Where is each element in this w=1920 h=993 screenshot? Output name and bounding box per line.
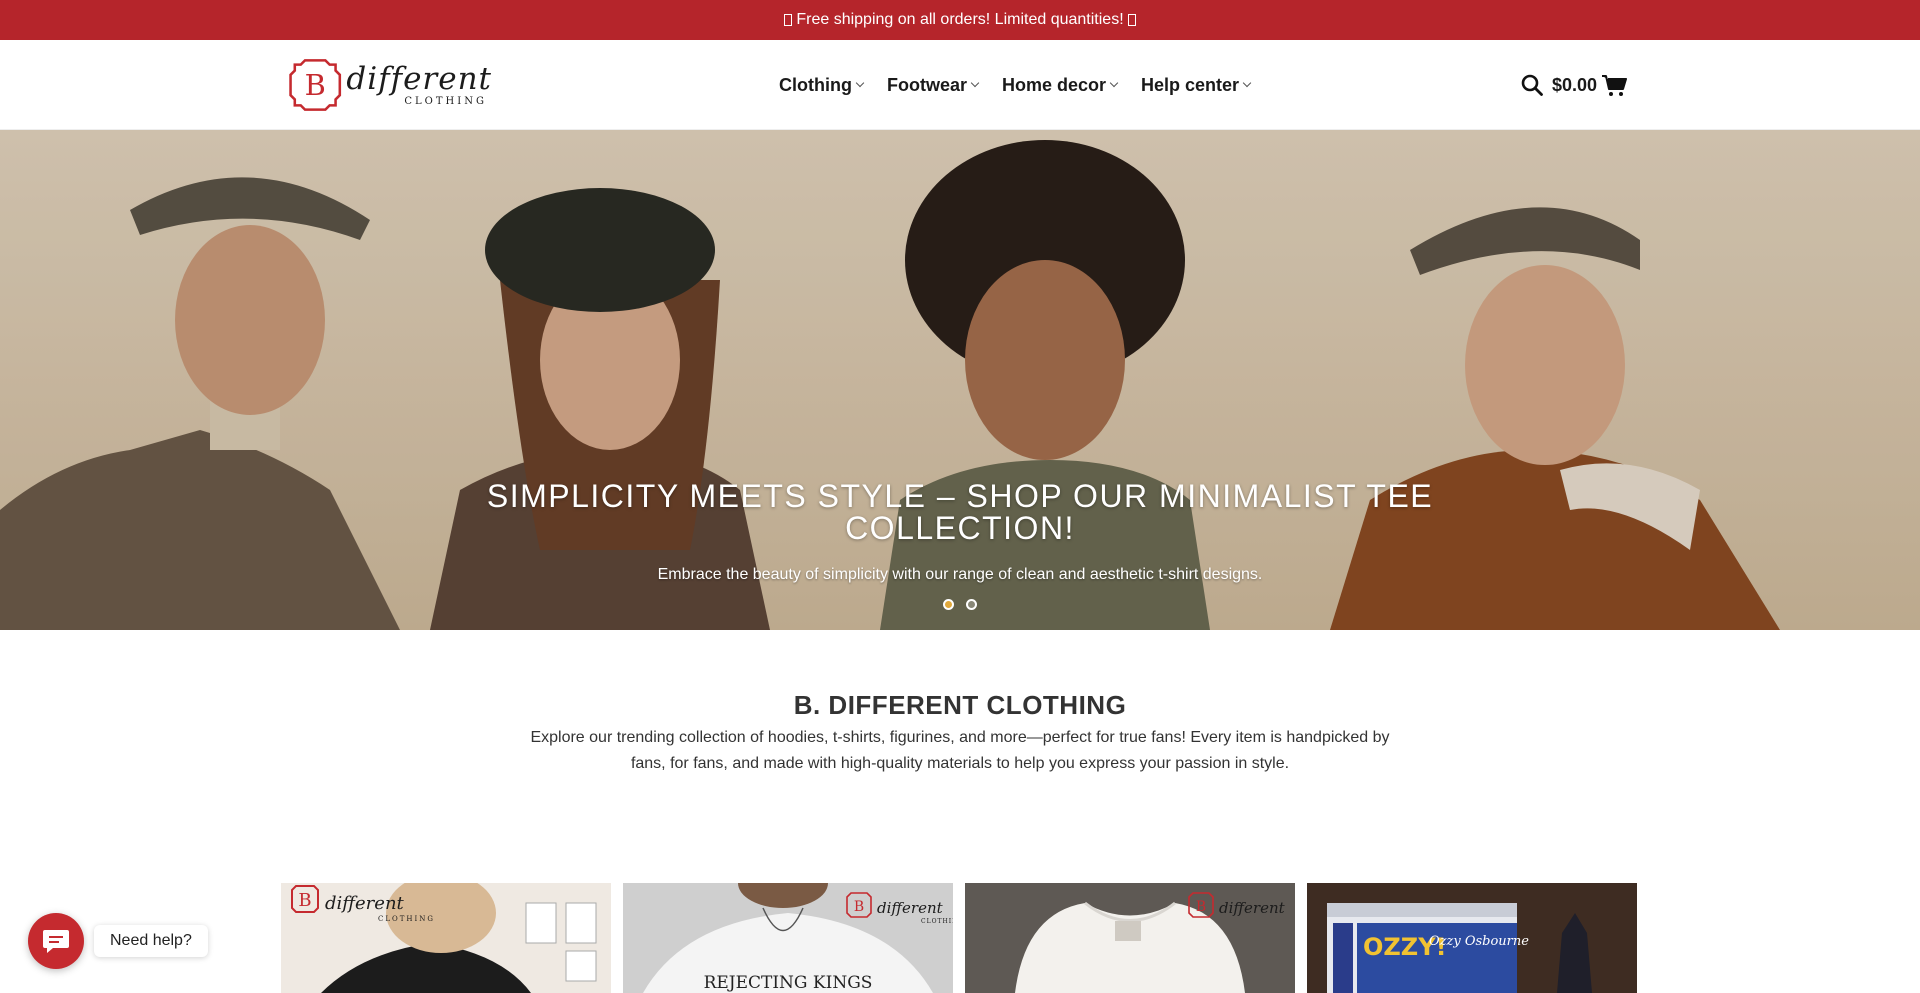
chevron-down-icon <box>1242 78 1252 88</box>
announcement-text: Free shipping on all orders! Limited qua… <box>796 11 1124 28</box>
product-image: B different <box>965 883 1295 993</box>
placeholder-glyph-icon <box>1127 14 1136 26</box>
main-nav: Clothing Footwear Home decor Help center <box>779 40 1274 130</box>
nav-item-footwear[interactable]: Footwear <box>886 74 980 96</box>
chevron-down-icon <box>855 78 865 88</box>
svg-text:different: different <box>877 899 944 917</box>
nav-item-label: Footwear <box>886 74 967 95</box>
svg-text:CLOTHING: CLOTHING <box>921 918 953 925</box>
placeholder-glyph-icon <box>784 14 793 26</box>
chat-button[interactable] <box>28 913 84 969</box>
nav-item-label: Home decor <box>1002 74 1107 95</box>
nav-item-home-decor[interactable]: Home decor <box>1002 74 1119 96</box>
chevron-down-icon <box>1109 78 1119 88</box>
logo-text: different CLOTHING <box>346 60 492 107</box>
hero-slider[interactable]: SIMPLICITY MEETS STYLE – SHOP OUR MINIMA… <box>0 130 1920 630</box>
logo-word: different <box>346 60 492 97</box>
chat-icon <box>43 930 69 953</box>
cart-total[interactable]: $0.00 <box>1552 75 1597 96</box>
chevron-down-icon <box>970 78 980 88</box>
product-image: OZZY! Ozzy Osbourne <box>1307 883 1637 993</box>
product-card[interactable]: OZZY! Ozzy Osbourne <box>1307 883 1637 993</box>
svg-text:B: B <box>298 890 311 911</box>
cart-icon[interactable] <box>1601 73 1628 97</box>
product-grid: B different CLOTHING REJECTING KINGS B d… <box>281 883 1639 993</box>
nav-item-label: Help center <box>1141 74 1240 95</box>
logo-sub: CLOTHING <box>404 95 487 107</box>
hero-image <box>0 130 1920 630</box>
site-header: B different CLOTHING Clothing Footwear H… <box>0 40 1920 130</box>
product-card[interactable]: REJECTING KINGS B different CLOTHING <box>623 883 953 993</box>
slider-dots <box>943 599 977 610</box>
product-image: B different CLOTHING <box>281 883 611 993</box>
product-card[interactable]: B different <box>965 883 1295 993</box>
svg-text:Ozzy Osbourne: Ozzy Osbourne <box>1429 934 1529 949</box>
svg-text:different: different <box>325 893 405 914</box>
hero-subtitle: Embrace the beauty of simplicity with ou… <box>657 566 1263 583</box>
svg-text:REJECTING KINGS: REJECTING KINGS <box>704 973 873 993</box>
product-card[interactable]: B different CLOTHING <box>281 883 611 993</box>
search-icon[interactable] <box>1520 73 1544 97</box>
nav-item-clothing[interactable]: Clothing <box>779 74 865 96</box>
hero-title: SIMPLICITY MEETS STYLE – SHOP OUR MINIMA… <box>486 478 1434 546</box>
header-actions: $0.00 <box>1520 40 1628 130</box>
slider-dot-1[interactable] <box>943 599 954 610</box>
svg-text:B: B <box>1196 899 1206 915</box>
nav-item-label: Clothing <box>779 74 852 95</box>
product-image: REJECTING KINGS B different CLOTHING <box>623 883 953 993</box>
logo-letter: B <box>305 68 326 102</box>
svg-text:B: B <box>854 899 864 915</box>
section-description: Explore our trending collection of hoodi… <box>530 729 1390 772</box>
section-title: B. DIFFERENT CLOTHING <box>793 690 1127 720</box>
slider-dot-2[interactable] <box>966 599 977 610</box>
chat-label[interactable]: Need help? <box>94 925 208 957</box>
logo-mark-icon: B <box>289 59 342 111</box>
announcement-bar: Free shipping on all orders! Limited qua… <box>0 0 1920 40</box>
nav-item-help-center[interactable]: Help center <box>1141 74 1252 96</box>
svg-text:different: different <box>1219 899 1286 917</box>
site-logo[interactable]: B different CLOTHING <box>288 52 492 118</box>
svg-text:CLOTHING: CLOTHING <box>378 915 435 923</box>
